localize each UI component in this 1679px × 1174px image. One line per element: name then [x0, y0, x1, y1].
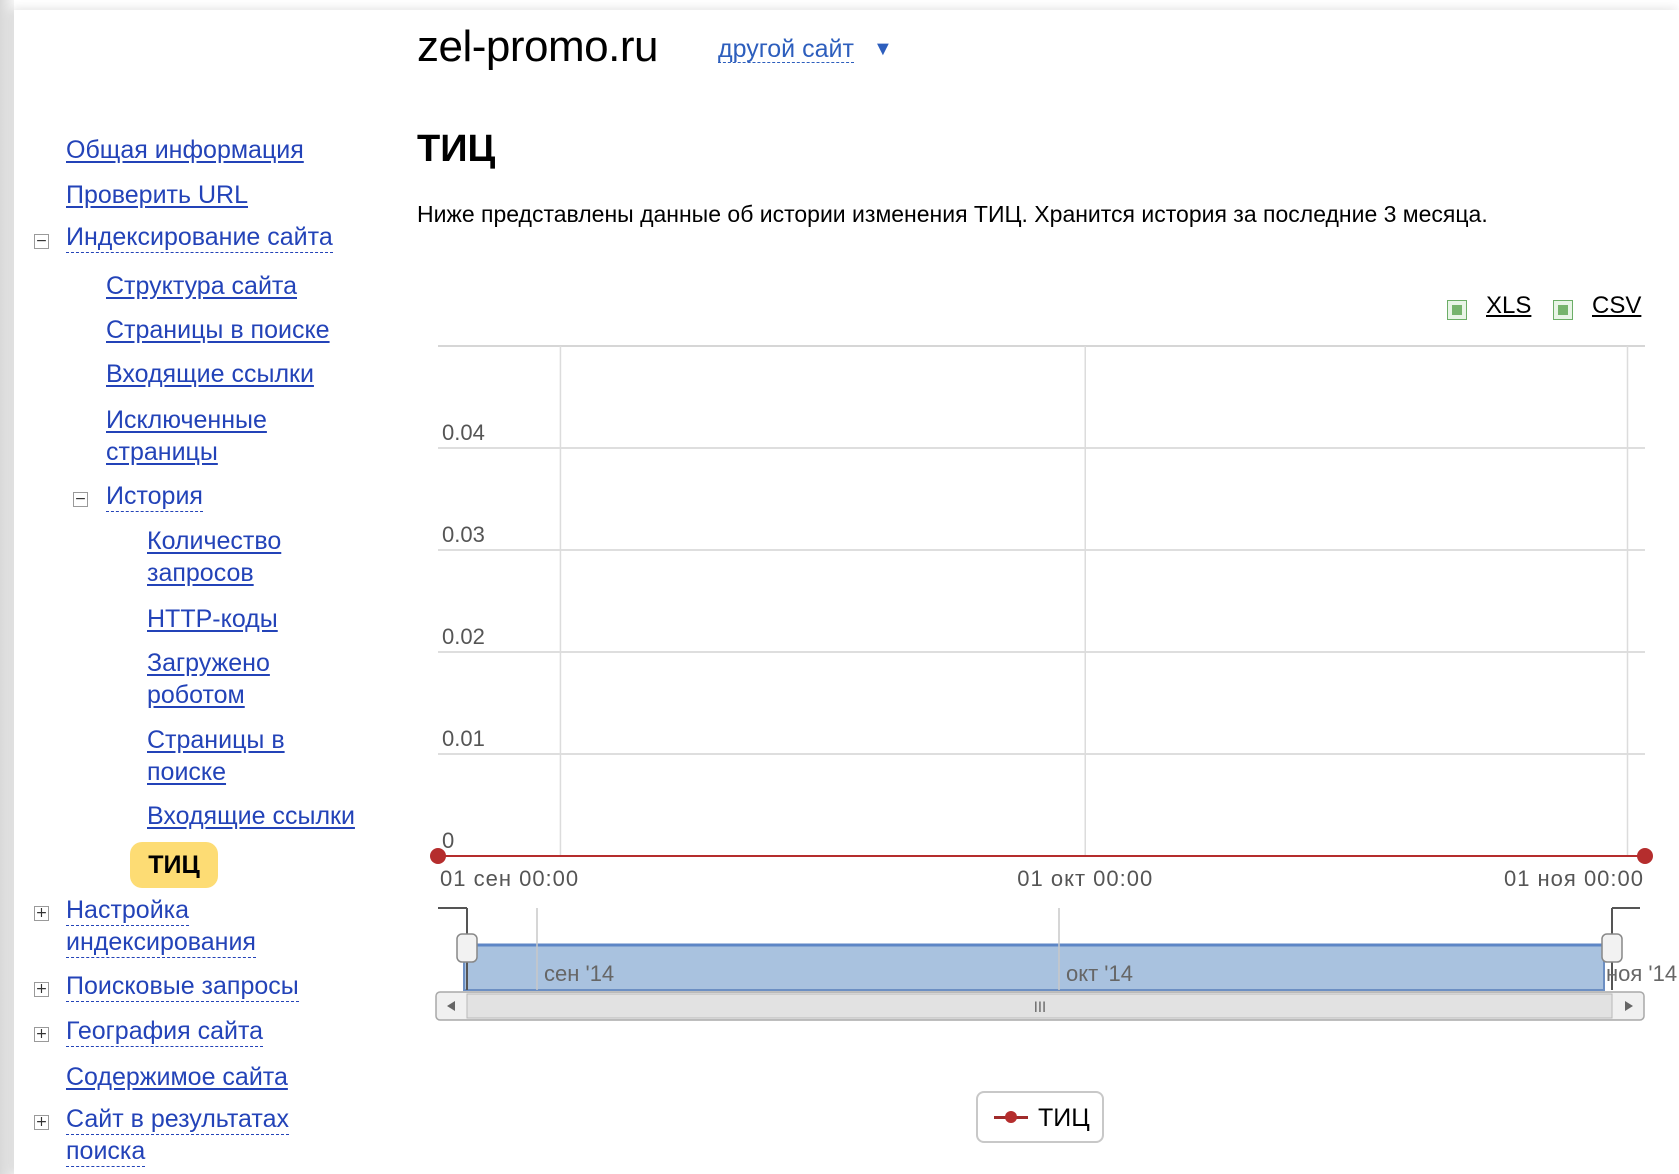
y-tick-label: 0.04	[442, 420, 485, 445]
legend-marker	[994, 1111, 1028, 1123]
series-point-tic	[430, 848, 446, 864]
navigator-label: сен '14	[544, 961, 614, 986]
navigator-selection	[463, 944, 1605, 991]
navigator-handle-left	[456, 933, 478, 963]
y-tick-label: 0.03	[442, 522, 485, 547]
x-tick-label: 01 окт 00:00	[1017, 866, 1153, 891]
navigator-handle-right	[1601, 933, 1623, 963]
legend-item-tic[interactable]: ТИЦ	[976, 1091, 1104, 1143]
x-tick-label: 01 ноя 00:00	[1504, 866, 1644, 891]
y-tick-label: 0.02	[442, 624, 485, 649]
y-tick-label: 0.01	[442, 726, 485, 751]
x-tick-label: 01 сен 00:00	[440, 866, 579, 891]
series-point-tic	[1637, 848, 1653, 864]
y-tick-label: 0	[442, 828, 454, 853]
navigator-label: окт '14	[1066, 961, 1133, 986]
navigator-label: ноя '14	[1606, 961, 1677, 986]
navigator-scrollbar-grip: III	[1034, 1000, 1046, 1016]
tic-history-chart: 0 0.01 0.02 0.03 0.04 01 сен 00:00 01 окт 00:0…	[430, 345, 1677, 1021]
legend-label: ТИЦ	[1038, 1104, 1090, 1132]
